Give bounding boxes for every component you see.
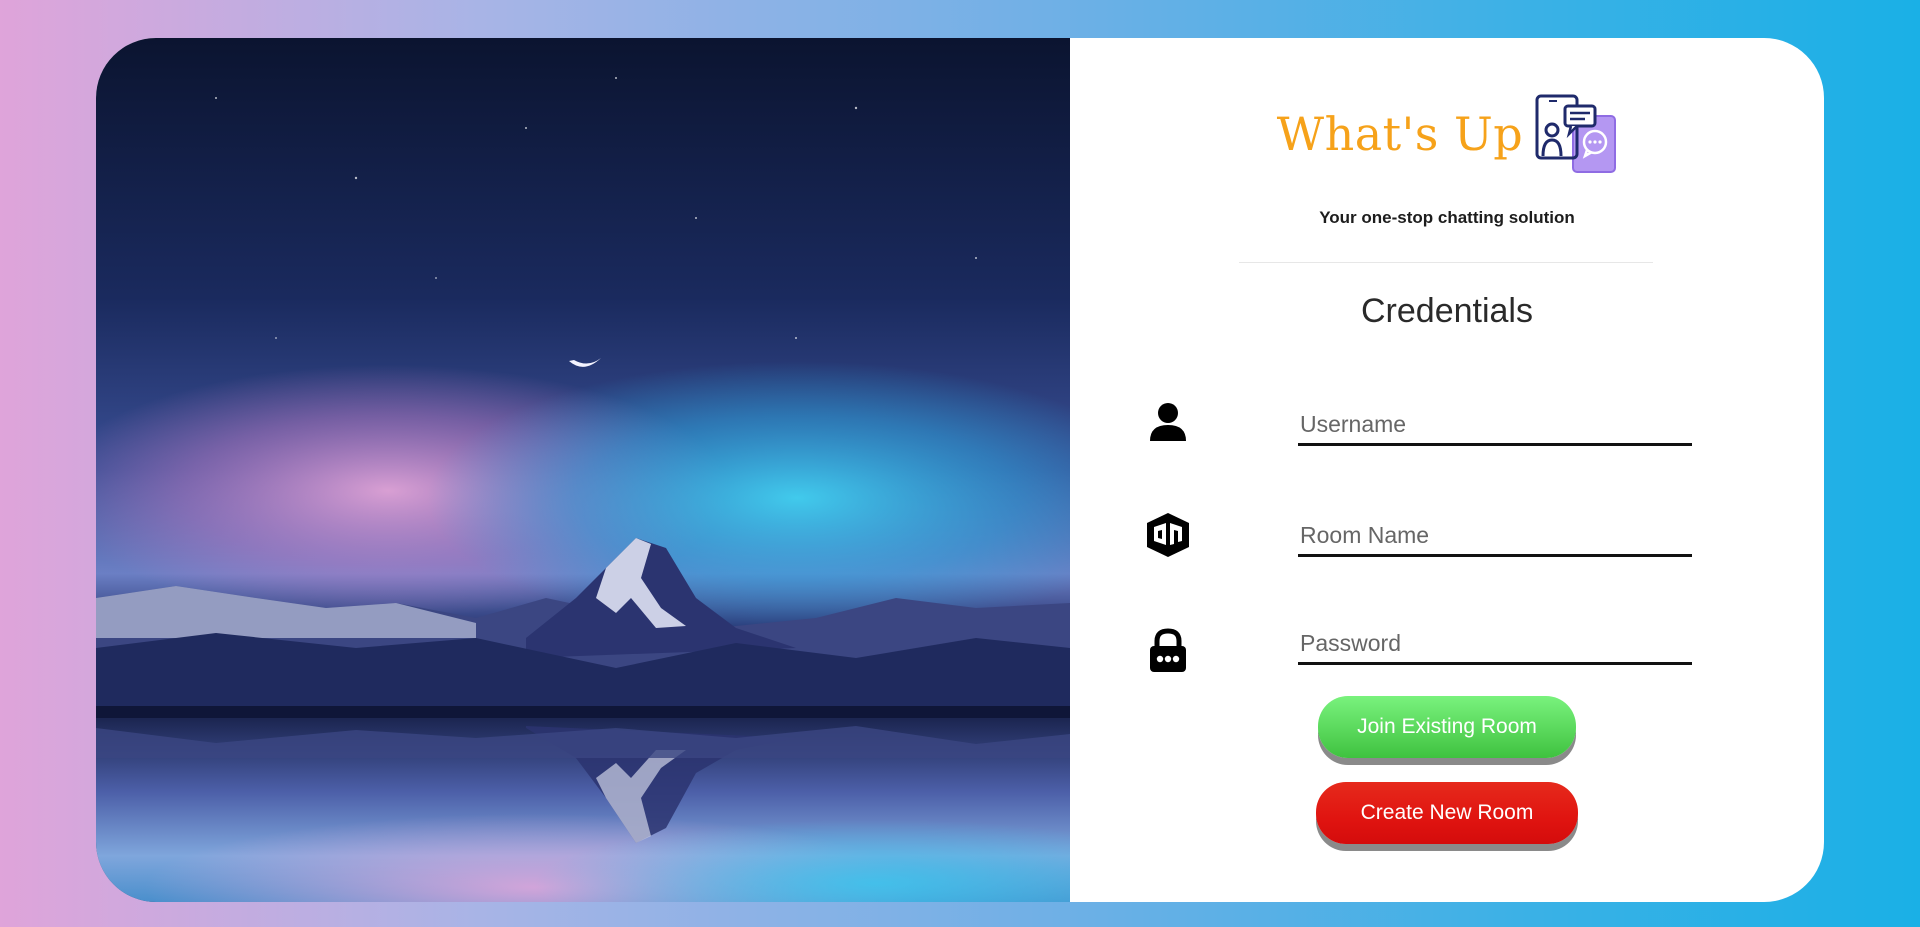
room-name-input[interactable]: [1298, 517, 1692, 557]
credentials-heading: Credentials: [1361, 292, 1533, 330]
divider: [1239, 262, 1653, 263]
credentials-panel: What's Up Your one-stop chatting solutio…: [1070, 38, 1824, 902]
join-existing-room-button[interactable]: Join Existing Room: [1318, 696, 1576, 758]
mountain-lake-image: [96, 38, 1070, 902]
password-input[interactable]: [1298, 625, 1692, 665]
user-icon: [1144, 398, 1192, 446]
username-input[interactable]: [1298, 406, 1692, 446]
username-row: [1070, 398, 1824, 458]
chat-devices-icon: [1535, 94, 1617, 174]
app-title: What's Up: [1276, 107, 1524, 161]
room-name-row: [1070, 511, 1824, 571]
tagline: Your one-stop chatting solution: [1319, 208, 1575, 227]
lock-icon: [1144, 627, 1192, 675]
password-row: [1070, 625, 1824, 687]
create-new-room-button[interactable]: Create New Room: [1316, 782, 1578, 844]
brand-header: What's Up: [1070, 94, 1824, 174]
room-cube-icon: [1144, 511, 1192, 559]
login-card: What's Up Your one-stop chatting solutio…: [96, 38, 1824, 902]
